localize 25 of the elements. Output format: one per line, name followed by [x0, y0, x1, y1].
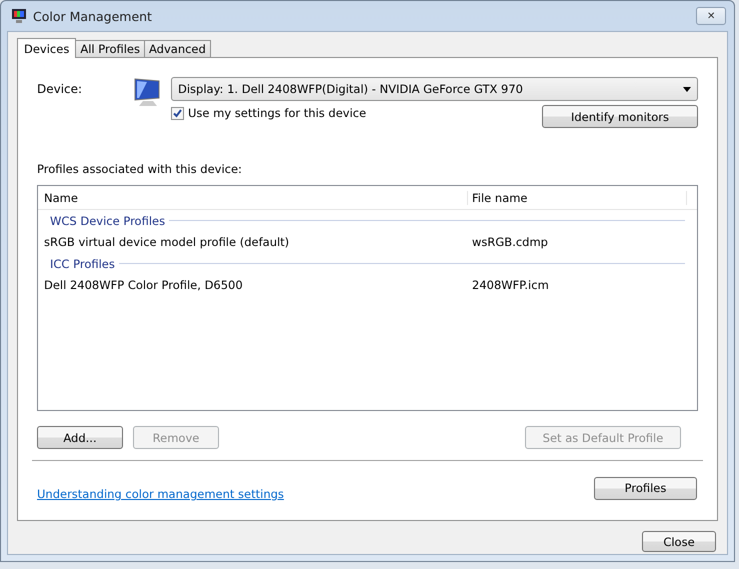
profiles-label: Profiles associated with this device: — [37, 162, 243, 176]
tab[interactable]: Advanced — [144, 40, 211, 57]
window-title: Color Management — [33, 8, 153, 24]
table-cell[interactable]: Dell 2408WFP Color Profile, D6500 — [38, 278, 468, 292]
close-button[interactable]: ✕ — [696, 7, 726, 25]
help-link[interactable]: Understanding color management settings — [37, 487, 284, 501]
identify-button[interactable]: Identify monitors — [542, 105, 698, 128]
tab[interactable]: All Profiles — [75, 40, 145, 57]
column-header[interactable]: File name — [468, 190, 687, 204]
tab[interactable]: Devices — [17, 38, 76, 58]
checkmark-icon — [172, 108, 183, 118]
table-cell[interactable]: 2408WFP.icm — [468, 278, 549, 292]
device-dropdown[interactable]: Display: 1. Dell 2408WFP(Digital) - NVIDIA GeForce GTX 970 — [171, 77, 698, 101]
settings-checkbox[interactable]: Use my settings for this device — [171, 106, 366, 120]
table-cell[interactable]: wsRGB.cdmp — [468, 235, 548, 249]
column-header[interactable]: Name — [38, 190, 468, 204]
table-cell[interactable]: sRGB virtual device model profile (default) — [38, 235, 468, 249]
close-button[interactable]: Close — [642, 531, 716, 552]
profiles-button[interactable]: Profiles — [594, 476, 697, 500]
caret-icon — [683, 86, 691, 92]
device-label: Device: — [37, 81, 84, 96]
group-header: WCS Device Profiles — [50, 214, 166, 228]
action-button[interactable]: Add... — [37, 426, 123, 449]
monitor-icon — [11, 8, 27, 24]
group-header: ICC Profiles — [50, 256, 115, 270]
